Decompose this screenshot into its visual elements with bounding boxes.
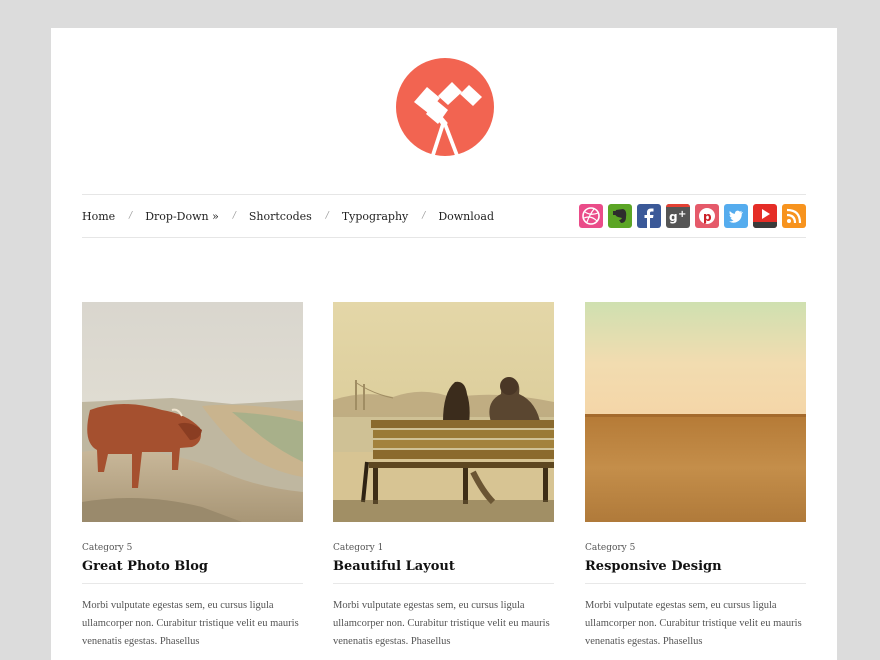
evernote-link[interactable] [608, 204, 632, 228]
svg-text:+: + [678, 209, 686, 220]
evernote-icon [613, 209, 627, 223]
nav-separator: / [232, 211, 236, 221]
post-card: Category 5 Great Photo Blog Morbi vulput… [82, 302, 303, 651]
post-thumbnail[interactable] [333, 302, 554, 522]
page-container: Home / Drop-Down » / Shortcodes / Typogr… [51, 28, 837, 660]
nav-separator: / [325, 211, 329, 221]
nav-item-download[interactable]: Download [438, 210, 494, 223]
post-card: Category 5 Responsive Design Morbi vulpu… [585, 302, 806, 651]
nav-separator: / [129, 211, 133, 221]
youtube-link[interactable] [753, 204, 777, 228]
svg-text:g: g [669, 210, 678, 224]
nav-item-typography[interactable]: Typography [342, 210, 408, 223]
post-excerpt: Morbi vulputate egestas sem, eu cursus l… [333, 600, 550, 647]
twitter-icon [729, 210, 743, 223]
youtube-icon [753, 209, 777, 228]
google-plus-icon: g + [666, 204, 690, 224]
social-links: g + p [579, 204, 806, 228]
telescope-icon [414, 82, 482, 156]
main-navigation: Home / Drop-Down » / Shortcodes / Typogr… [82, 194, 806, 238]
post-thumbnail[interactable] [585, 302, 806, 522]
nav-separator: / [422, 211, 426, 221]
post-card: Category 1 Beautiful Layout Morbi vulput… [333, 302, 554, 651]
nav-item-drop-down[interactable]: Drop-Down » [145, 210, 219, 223]
post-title[interactable]: Responsive Design [585, 559, 806, 584]
post-category[interactable]: Category 1 [333, 543, 554, 553]
post-category[interactable]: Category 5 [82, 543, 303, 553]
post-title[interactable]: Beautiful Layout [333, 559, 554, 584]
nav-item-shortcodes[interactable]: Shortcodes [249, 210, 312, 223]
svg-text:p: p [703, 210, 712, 224]
post-thumbnail[interactable] [82, 302, 303, 522]
nav-menu: Home / Drop-Down » / Shortcodes / Typogr… [82, 195, 494, 237]
rss-icon [786, 208, 802, 224]
pinterest-icon: p [699, 208, 715, 224]
dribbble-icon [582, 207, 600, 225]
nav-item-home[interactable]: Home [82, 210, 115, 223]
couple-on-bench-image [333, 302, 554, 522]
post-title[interactable]: Great Photo Blog [82, 559, 303, 584]
post-category[interactable]: Category 5 [585, 543, 806, 553]
highland-cow-image [82, 302, 303, 522]
rss-link[interactable] [782, 204, 806, 228]
pinterest-link[interactable]: p [695, 204, 719, 228]
post-excerpt: Morbi vulputate egestas sem, eu cursus l… [82, 600, 299, 647]
twitter-link[interactable] [724, 204, 748, 228]
desert-horizon-image [585, 302, 806, 522]
google-plus-link[interactable]: g + [666, 204, 690, 228]
facebook-icon [644, 208, 654, 228]
dribbble-link[interactable] [579, 204, 603, 228]
facebook-link[interactable] [637, 204, 661, 228]
post-excerpt: Morbi vulputate egestas sem, eu cursus l… [585, 600, 802, 647]
site-logo[interactable] [396, 58, 494, 156]
